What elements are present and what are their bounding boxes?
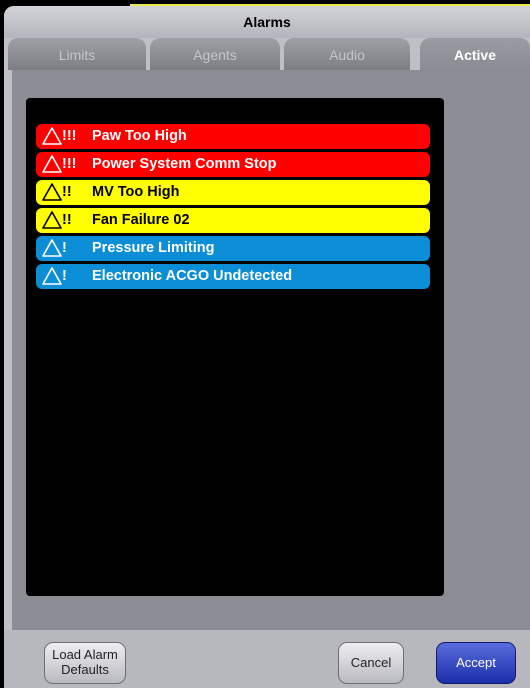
alarms-window: Alarms Limits Agents Audio Active !!! Pa…: [4, 6, 530, 688]
alarm-row-electronic-acgo-undetected[interactable]: ! Electronic ACGO Undetected: [36, 264, 430, 289]
alarm-priority: !!: [62, 184, 72, 200]
alarm-text: MV Too High: [92, 184, 180, 200]
warning-triangle-icon: [42, 127, 62, 145]
load-defaults-label-line1: Load Alarm: [52, 647, 118, 662]
warning-triangle-icon: [42, 239, 62, 257]
load-alarm-defaults-button[interactable]: Load Alarm Defaults: [44, 642, 126, 684]
alarm-text: Paw Too High: [92, 128, 187, 144]
cancel-label: Cancel: [350, 655, 392, 670]
title-bar: Alarms: [4, 6, 530, 38]
accept-label: Accept: [456, 655, 496, 670]
alarm-row-pressure-limiting[interactable]: ! Pressure Limiting: [36, 236, 430, 261]
tab-limits-label: Limits: [58, 47, 96, 63]
tab-audio[interactable]: Audio: [284, 38, 410, 70]
alarm-row-power-system-comm-stop[interactable]: !!! Power System Comm Stop: [36, 152, 430, 177]
alarm-row-paw-too-high[interactable]: !!! Paw Too High: [36, 124, 430, 149]
warning-triangle-icon: [42, 267, 62, 285]
tab-agents[interactable]: Agents: [150, 38, 280, 70]
alarm-row-mv-too-high[interactable]: !! MV Too High: [36, 180, 430, 205]
warning-triangle-icon: [42, 211, 62, 229]
bottom-button-bar: Load Alarm Defaults Cancel Accept: [4, 630, 530, 688]
tab-active[interactable]: Active: [420, 38, 530, 74]
alarm-priority: !!!: [62, 156, 77, 172]
warning-triangle-icon: [42, 155, 62, 173]
alarm-text: Fan Failure 02: [92, 212, 190, 228]
tab-agents-label: Agents: [193, 47, 237, 63]
load-defaults-label-line2: Defaults: [61, 662, 109, 677]
alarm-text: Power System Comm Stop: [92, 156, 277, 172]
alarm-text: Electronic ACGO Undetected: [92, 268, 293, 284]
tab-limits[interactable]: Limits: [8, 38, 146, 70]
warning-triangle-icon: [42, 183, 62, 201]
tab-active-label: Active: [453, 47, 497, 63]
alarm-priority: !!: [62, 212, 72, 228]
alarm-row-fan-failure-02[interactable]: !! Fan Failure 02: [36, 208, 430, 233]
accept-button[interactable]: Accept: [436, 642, 516, 684]
alarm-priority: !: [62, 268, 67, 284]
alarm-text: Pressure Limiting: [92, 240, 215, 256]
alarm-priority: !: [62, 240, 67, 256]
window-title: Alarms: [243, 14, 291, 30]
cancel-button[interactable]: Cancel: [338, 642, 404, 684]
alarm-priority: !!!: [62, 128, 77, 144]
alarm-list: !!! Paw Too High !!! Power System Comm S…: [26, 98, 444, 596]
tab-audio-label: Audio: [329, 47, 365, 63]
